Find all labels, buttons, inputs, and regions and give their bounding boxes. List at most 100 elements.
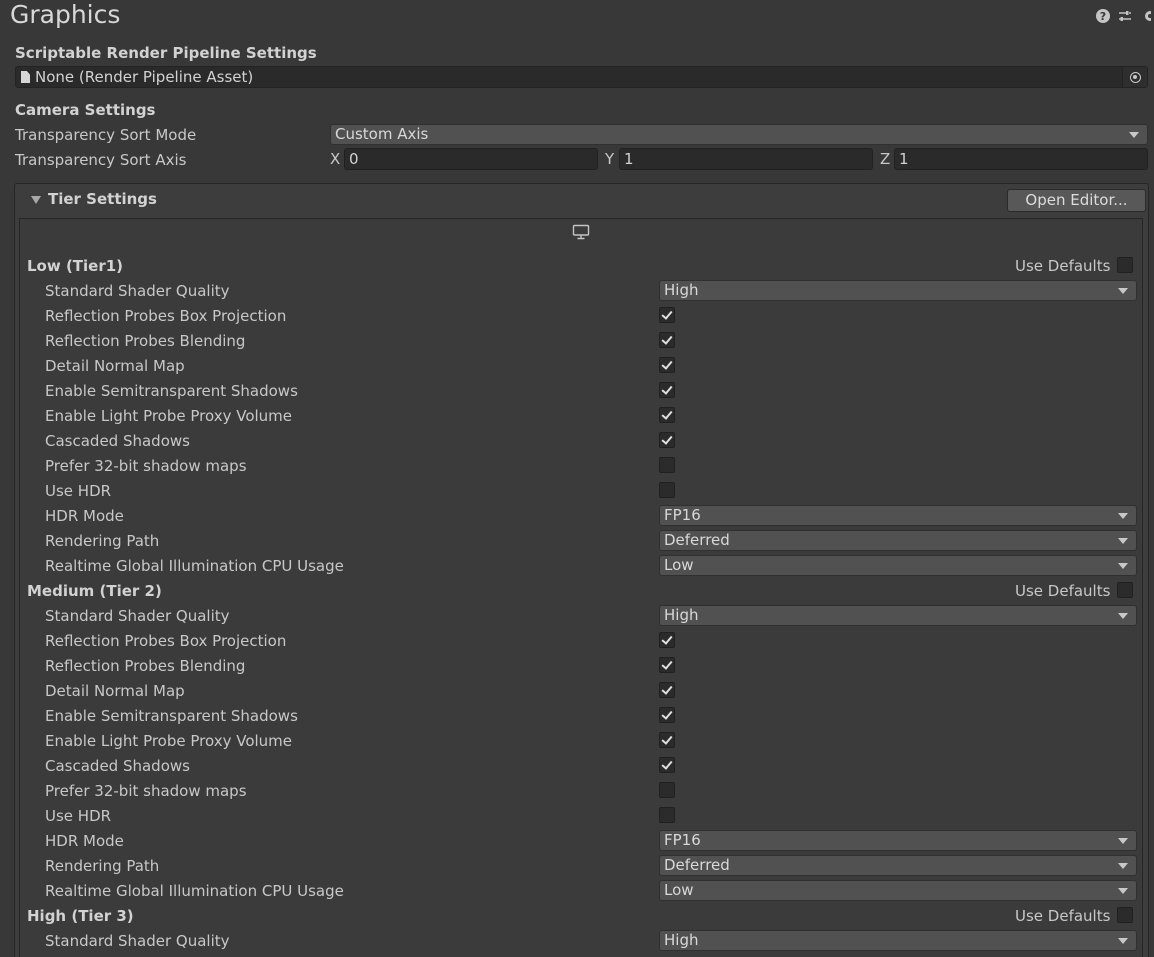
tier1-check-label: Use HDR bbox=[45, 482, 112, 500]
tier1-hdr-mode-dropdown[interactable]: FP16 bbox=[659, 505, 1137, 526]
tier2-use-defaults-checkbox[interactable] bbox=[1117, 582, 1133, 598]
transparency-sort-mode-dropdown[interactable]: Custom Axis bbox=[330, 124, 1148, 145]
axis-y-input[interactable]: 1 bbox=[619, 148, 873, 170]
tier3-standard-shader-quality-value: High bbox=[664, 931, 699, 949]
tier3-use-defaults-label: Use Defaults bbox=[1015, 907, 1111, 925]
tier1-gi-cpu-label: Realtime Global Illumination CPU Usage bbox=[45, 557, 344, 575]
srp-section-label: Scriptable Render Pipeline Settings bbox=[15, 44, 317, 62]
chevron-down-icon bbox=[1118, 563, 1128, 569]
tier1-detail-normal-map-checkbox[interactable] bbox=[659, 357, 675, 373]
tier2-use-defaults-label: Use Defaults bbox=[1015, 582, 1111, 600]
tier2-detail-normal-map-checkbox[interactable] bbox=[659, 682, 675, 698]
camera-section-label: Camera Settings bbox=[15, 101, 156, 119]
tier2-check-label: Use HDR bbox=[45, 807, 112, 825]
tier2-standard-shader-quality-value: High bbox=[664, 606, 699, 624]
chevron-down-icon bbox=[1118, 938, 1128, 944]
tier1-gi-cpu-dropdown[interactable]: Low bbox=[659, 555, 1137, 576]
tier2-check-label: Cascaded Shadows bbox=[45, 757, 190, 775]
tier1-title: Low (Tier1) bbox=[27, 257, 124, 275]
axis-x-label: X bbox=[330, 150, 341, 168]
tier1-check-label: Reflection Probes Box Projection bbox=[45, 307, 287, 325]
graphics-settings-panel: Graphics ? Scriptable Render Pipeline Se… bbox=[0, 0, 1154, 957]
tier2-gi-cpu-dropdown[interactable]: Low bbox=[659, 880, 1137, 901]
tier1-standard-shader-quality-value: High bbox=[664, 281, 699, 299]
tier3-standard-shader-quality-label: Standard Shader Quality bbox=[45, 932, 230, 950]
tier2-check-label: Detail Normal Map bbox=[45, 682, 185, 700]
tier1-hdr-mode-value: FP16 bbox=[664, 506, 701, 524]
tier2-check-label: Prefer 32-bit shadow maps bbox=[45, 782, 247, 800]
tier2-title: Medium (Tier 2) bbox=[27, 582, 162, 600]
tier1-check-label: Prefer 32-bit shadow maps bbox=[45, 457, 247, 475]
object-picker-button[interactable] bbox=[1122, 67, 1147, 87]
axis-x-input[interactable]: 0 bbox=[344, 148, 598, 170]
help-icon[interactable]: ? bbox=[1096, 9, 1110, 23]
tier1-rendering-path-value: Deferred bbox=[664, 531, 730, 549]
tier-settings-label[interactable]: Tier Settings bbox=[48, 190, 157, 208]
tier1-standard-shader-quality-label: Standard Shader Quality bbox=[45, 282, 230, 300]
tier1-check-label: Reflection Probes Blending bbox=[45, 332, 246, 350]
axis-z-input[interactable]: 1 bbox=[894, 148, 1148, 170]
tier2-rendering-path-dropdown[interactable]: Deferred bbox=[659, 855, 1137, 876]
tier1-use-hdr-checkbox[interactable] bbox=[659, 482, 675, 498]
tier2-hdr-mode-label: HDR Mode bbox=[45, 832, 124, 850]
tier1-light-probe-proxy-checkbox[interactable] bbox=[659, 407, 675, 423]
transparency-sort-mode-label: Transparency Sort Mode bbox=[15, 126, 197, 144]
tier1-check-label: Cascaded Shadows bbox=[45, 432, 190, 450]
target-icon bbox=[1129, 71, 1141, 83]
tier2-cascaded-shadows-checkbox[interactable] bbox=[659, 757, 675, 773]
tier2-check-label: Reflection Probes Blending bbox=[45, 657, 246, 675]
tier2-hdr-mode-value: FP16 bbox=[664, 831, 701, 849]
tier1-check-label: Enable Semitransparent Shadows bbox=[45, 382, 298, 400]
render-pipeline-asset-value: None (Render Pipeline Asset) bbox=[35, 68, 254, 86]
chevron-down-icon bbox=[1118, 888, 1128, 894]
tier1-rendering-path-dropdown[interactable]: Deferred bbox=[659, 530, 1137, 551]
header-icons: ? bbox=[1096, 9, 1154, 23]
gear-icon[interactable] bbox=[1140, 9, 1154, 23]
transparency-sort-mode-value: Custom Axis bbox=[335, 125, 429, 143]
tier2-rendering-path-value: Deferred bbox=[664, 856, 730, 874]
monitor-icon[interactable] bbox=[572, 224, 590, 240]
tier2-use-hdr-checkbox[interactable] bbox=[659, 807, 675, 823]
tier1-rendering-path-label: Rendering Path bbox=[45, 532, 160, 550]
tier1-hdr-mode-label: HDR Mode bbox=[45, 507, 124, 525]
tier1-use-defaults-checkbox[interactable] bbox=[1117, 257, 1133, 273]
tier1-reflection-blending-checkbox[interactable] bbox=[659, 332, 675, 348]
tier2-hdr-mode-dropdown[interactable]: FP16 bbox=[659, 830, 1137, 851]
presets-icon[interactable] bbox=[1118, 9, 1132, 23]
tier2-reflection-blending-checkbox[interactable] bbox=[659, 657, 675, 673]
tier1-check-label: Detail Normal Map bbox=[45, 357, 185, 375]
chevron-down-icon bbox=[1118, 838, 1128, 844]
tier3-standard-shader-quality-dropdown[interactable]: High bbox=[659, 930, 1137, 951]
chevron-down-icon bbox=[1129, 132, 1139, 138]
axis-y-label: Y bbox=[605, 150, 615, 168]
tier2-standard-shader-quality-label: Standard Shader Quality bbox=[45, 607, 230, 625]
chevron-down-icon bbox=[1118, 863, 1128, 869]
chevron-down-icon bbox=[1118, 613, 1128, 619]
chevron-down-icon bbox=[1118, 538, 1128, 544]
tier2-semitransparent-shadows-checkbox[interactable] bbox=[659, 707, 675, 723]
tier3-use-defaults-checkbox[interactable] bbox=[1117, 907, 1133, 923]
tier1-32bit-shadow-checkbox[interactable] bbox=[659, 457, 675, 473]
tier2-check-label: Enable Semitransparent Shadows bbox=[45, 707, 298, 725]
tier2-standard-shader-quality-dropdown[interactable]: High bbox=[659, 605, 1137, 626]
render-pipeline-asset-field[interactable]: None (Render Pipeline Asset) bbox=[15, 66, 1148, 88]
tier1-reflection-box-projection-checkbox[interactable] bbox=[659, 307, 675, 323]
axis-z-label: Z bbox=[880, 150, 891, 168]
tier3-title: High (Tier 3) bbox=[27, 907, 134, 925]
foldout-arrow-icon[interactable] bbox=[31, 196, 41, 204]
tier1-semitransparent-shadows-checkbox[interactable] bbox=[659, 382, 675, 398]
page-title: Graphics bbox=[10, 0, 121, 29]
tier2-check-label: Reflection Probes Box Projection bbox=[45, 632, 287, 650]
tier2-check-label: Enable Light Probe Proxy Volume bbox=[45, 732, 293, 750]
tier2-light-probe-proxy-checkbox[interactable] bbox=[659, 732, 675, 748]
transparency-sort-axis-label: Transparency Sort Axis bbox=[15, 151, 187, 169]
tier2-reflection-box-projection-checkbox[interactable] bbox=[659, 632, 675, 648]
tier1-gi-cpu-value: Low bbox=[664, 556, 694, 574]
open-editor-button[interactable]: Open Editor... bbox=[1007, 189, 1146, 212]
tier1-standard-shader-quality-dropdown[interactable]: High bbox=[659, 280, 1137, 301]
tier2-32bit-shadow-checkbox[interactable] bbox=[659, 782, 675, 798]
file-icon bbox=[21, 71, 30, 83]
tier2-rendering-path-label: Rendering Path bbox=[45, 857, 160, 875]
tier1-cascaded-shadows-checkbox[interactable] bbox=[659, 432, 675, 448]
tier1-use-defaults-label: Use Defaults bbox=[1015, 257, 1111, 275]
